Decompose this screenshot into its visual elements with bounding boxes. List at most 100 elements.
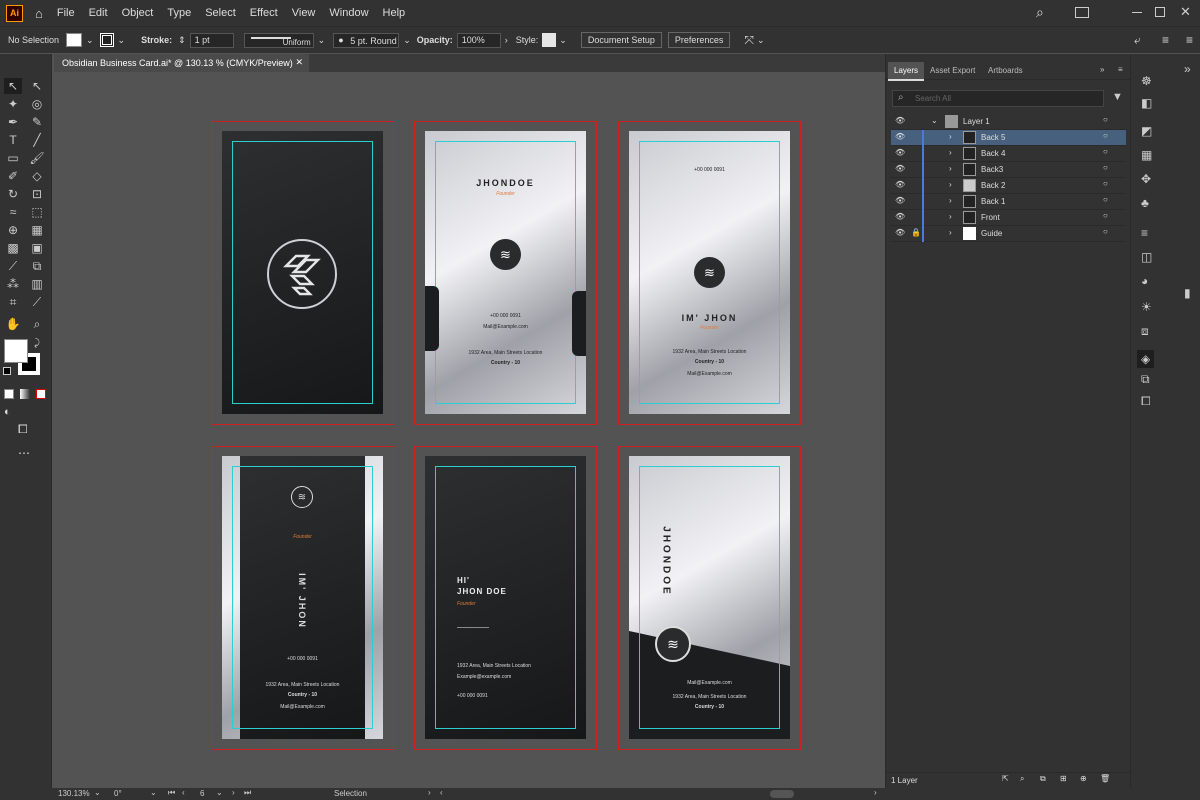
panel-menu-icon[interactable]: ≡ xyxy=(1118,65,1123,74)
menu-type[interactable]: Type xyxy=(167,7,191,19)
chevron-right-icon[interactable]: › xyxy=(949,132,952,141)
magic-wand-icon[interactable]: ✦ xyxy=(4,96,22,112)
eyedropper-icon[interactable]: ⟋ xyxy=(4,258,22,274)
paintbrush-icon[interactable]: 🖌 xyxy=(28,150,46,166)
eraser-icon[interactable]: ◇ xyxy=(28,168,46,184)
scroll-right-icon[interactable]: › xyxy=(874,788,877,797)
gradient-tool-icon[interactable]: ▣ xyxy=(28,240,46,256)
stroke-swatch[interactable] xyxy=(99,33,114,47)
layer-row[interactable]: 👁 › Back3 ○ xyxy=(891,162,1126,178)
style-swatch[interactable] xyxy=(542,33,557,47)
menu-effect[interactable]: Effect xyxy=(250,7,278,19)
clipping-mask-icon[interactable]: ⧉ xyxy=(1040,774,1046,784)
artboards-panel-icon[interactable]: ⧠ xyxy=(1141,394,1151,409)
color-mode-icon[interactable] xyxy=(4,389,14,399)
lasso-icon[interactable]: ◎ xyxy=(28,96,46,112)
layer-search-input[interactable]: ⌕ Search All xyxy=(892,90,1104,107)
artboard-6[interactable]: JHONDOE ≋ Mail@Example.com 1932 Area, Ma… xyxy=(618,446,801,750)
chevron-right-icon[interactable]: › xyxy=(949,212,952,221)
more-tools-icon[interactable]: ⋯ xyxy=(18,446,30,460)
visibility-eye-icon[interactable]: 👁 xyxy=(895,212,905,221)
scroll-left-icon[interactable]: ‹ xyxy=(440,788,443,797)
horizontal-scrollbar-thumb[interactable] xyxy=(770,790,794,798)
properties-icon[interactable]: ☸ xyxy=(1141,74,1152,88)
new-layer-icon[interactable]: ⊕ xyxy=(1080,774,1087,783)
fill-swatch[interactable] xyxy=(66,33,82,47)
gradient-mode-icon[interactable] xyxy=(20,389,30,399)
filter-icon[interactable]: ▼ xyxy=(1112,91,1123,103)
selection-tool-icon[interactable]: ↖ xyxy=(4,78,22,94)
paragraph-icon[interactable]: ⤶ xyxy=(1134,33,1141,48)
visibility-eye-icon[interactable]: 👁 xyxy=(895,164,905,173)
rotation-field[interactable]: 0° xyxy=(114,789,122,798)
visibility-eye-icon[interactable]: 👁 xyxy=(895,148,905,157)
zoom-field[interactable]: 130.13% xyxy=(58,789,90,798)
visibility-eye-icon[interactable]: 👁 xyxy=(895,132,905,141)
target-circle-icon[interactable]: ○ xyxy=(1103,195,1108,204)
menu-file[interactable]: File xyxy=(57,7,75,19)
line-tool-icon[interactable]: ╱ xyxy=(28,132,46,148)
stroke-profile-select[interactable]: Uniform xyxy=(243,32,314,48)
lock-icon[interactable]: 🔒 xyxy=(911,228,921,237)
visibility-eye-icon[interactable]: 👁 xyxy=(895,196,905,205)
rotate-tool-icon[interactable]: ↻ xyxy=(4,186,22,202)
search-icon[interactable]: ⌕ xyxy=(1036,4,1044,21)
first-artboard-icon[interactable]: ⏮ xyxy=(168,788,175,798)
chevron-right-icon[interactable]: › xyxy=(949,180,952,189)
trash-icon[interactable]: 🗑 xyxy=(1100,774,1110,783)
stroke-weight-field[interactable]: 1 pt xyxy=(189,32,234,48)
home-icon[interactable]: ⌂ xyxy=(35,6,43,21)
chevron-down-icon[interactable]: ⌄ xyxy=(318,35,326,46)
none-mode-icon[interactable] xyxy=(36,389,46,399)
perspective-grid-icon[interactable]: ▦ xyxy=(28,222,46,238)
direct-selection-tool-icon[interactable]: ↖ xyxy=(28,78,46,94)
stroke-stepper-icon[interactable]: ⇕ xyxy=(178,35,186,46)
curvature-icon[interactable]: ✎ xyxy=(28,114,46,130)
document-setup-button[interactable]: Document Setup xyxy=(580,32,662,48)
chevron-down-icon[interactable]: ⌄ xyxy=(86,35,94,46)
menu-object[interactable]: Object xyxy=(122,7,154,19)
export-panel-icon[interactable]: ⧈ xyxy=(1141,324,1149,339)
tab-artboards[interactable]: Artboards xyxy=(988,66,1023,75)
minimize-button[interactable] xyxy=(1132,12,1142,13)
rectangle-tool-icon[interactable]: ▭ xyxy=(4,150,22,166)
chevron-down-icon[interactable]: ⌄ xyxy=(403,35,411,46)
visibility-eye-icon[interactable]: 👁 xyxy=(895,228,905,237)
restore-button[interactable] xyxy=(1155,7,1165,17)
prev-artboard-icon[interactable]: ‹ xyxy=(182,788,185,797)
artboard-1[interactable] xyxy=(211,121,394,425)
draw-mode-icon[interactable]: ◐ xyxy=(4,406,11,418)
close-window-button[interactable]: ✕ xyxy=(1180,4,1191,20)
chevron-right-icon[interactable]: › xyxy=(949,196,952,205)
symbols-icon[interactable]: ♣ xyxy=(1141,196,1149,210)
chevron-right-icon[interactable]: › xyxy=(949,164,952,173)
target-circle-icon[interactable]: ○ xyxy=(1103,115,1108,124)
align-right-icon[interactable]: ≡ xyxy=(1162,33,1169,47)
chevron-down-icon[interactable]: ⌄ xyxy=(757,35,765,46)
artboard-4[interactable]: ≋ Founder IM' JHON +00 000 0091 1932 Are… xyxy=(211,446,394,750)
zoom-tool-icon[interactable]: ⌕ xyxy=(28,316,46,332)
libraries-icon[interactable]: ◧ xyxy=(1141,96,1152,110)
shape-builder-icon[interactable]: ⊕ xyxy=(4,222,22,238)
visibility-eye-icon[interactable]: 👁 xyxy=(895,180,905,189)
chevron-down-icon[interactable]: ⌄ xyxy=(150,788,157,797)
scale-tool-icon[interactable]: ⊡ xyxy=(28,186,46,202)
align-icon[interactable]: ⤧ xyxy=(744,33,754,48)
next-artboard-icon[interactable]: › xyxy=(232,788,235,797)
mesh-tool-icon[interactable]: ▩ xyxy=(4,240,22,256)
chevron-right-icon[interactable]: › xyxy=(505,35,508,45)
menu-edit[interactable]: Edit xyxy=(89,7,108,19)
target-circle-icon[interactable]: ○ xyxy=(1103,211,1108,220)
document-tab[interactable]: Obsidian Business Card.ai* @ 130.13 % (C… xyxy=(54,54,309,72)
symbol-sprayer-icon[interactable]: ⁂ xyxy=(4,276,22,292)
opacity-field[interactable]: 100% xyxy=(456,32,501,48)
artboard-3[interactable]: +00 000 0091 ≋ IM' JHON Founder 1932 Are… xyxy=(618,121,801,425)
preferences-button[interactable]: Preferences xyxy=(667,32,731,48)
brush-select[interactable]: ● 5 pt. Round xyxy=(333,32,400,48)
canvas[interactable]: JHONDOE Founder ≋ +00 000 0091 Mail@Exam… xyxy=(54,72,885,788)
artboard-2[interactable]: JHONDOE Founder ≋ +00 000 0091 Mail@Exam… xyxy=(414,121,597,425)
layer-row[interactable]: 👁 › Back 1 ○ xyxy=(891,194,1126,210)
target-circle-icon[interactable]: ○ xyxy=(1103,179,1108,188)
transparency-icon[interactable]: ◕ xyxy=(1141,274,1148,288)
screen-mode-icon[interactable]: ⧠ xyxy=(18,422,28,437)
